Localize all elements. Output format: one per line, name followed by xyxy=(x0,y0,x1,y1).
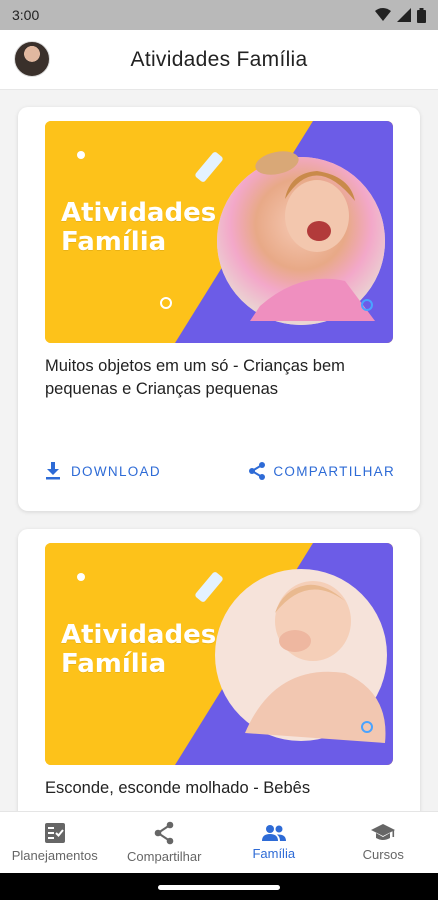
avatar[interactable] xyxy=(14,41,50,77)
share-icon xyxy=(249,462,266,480)
activity-banner[interactable]: Atividades Família xyxy=(45,543,393,765)
status-icons xyxy=(375,7,426,23)
activity-card[interactable]: Atividades Família Muitos objetos em um … xyxy=(18,107,420,511)
page-title: Atividades Família xyxy=(130,47,308,71)
banner-title-line2: Família xyxy=(61,227,167,257)
home-gesture-pill[interactable] xyxy=(158,885,280,890)
group-icon xyxy=(261,825,286,841)
activity-title[interactable]: Muitos objetos em um só - Crianças bem p… xyxy=(45,355,405,401)
nav-label: Cursos xyxy=(362,847,404,862)
banner-title-line1: Atividades xyxy=(61,198,217,228)
activity-banner[interactable]: Atividades Família xyxy=(45,121,393,343)
signal-icon xyxy=(397,8,411,22)
activity-feed[interactable]: Atividades Família Muitos objetos em um … xyxy=(0,91,438,811)
share-icon xyxy=(154,821,174,845)
banner-title-line1: Atividades xyxy=(61,620,217,650)
nav-label: Planejamentos xyxy=(11,848,98,863)
battery-icon xyxy=(417,7,426,23)
banner-title: Atividades Família xyxy=(61,199,216,257)
share-label: COMPARTILHAR xyxy=(273,463,395,479)
bottom-navigation: Planejamentos Compartilhar Família Curso… xyxy=(0,811,438,873)
nav-item-planejamentos[interactable]: Planejamentos xyxy=(0,812,110,873)
wifi-icon xyxy=(375,8,391,21)
nav-item-cursos[interactable]: Cursos xyxy=(329,812,438,873)
download-icon xyxy=(46,462,60,480)
status-time: 3:00 xyxy=(12,7,40,23)
activity-card[interactable]: Atividades Família Esconde, esconde molh… xyxy=(18,529,420,811)
nav-item-compartilhar[interactable]: Compartilhar xyxy=(110,812,220,873)
activity-title[interactable]: Esconde, esconde molhado - Bebês xyxy=(45,777,405,800)
graduation-cap-icon xyxy=(371,824,396,840)
system-navigation-bar xyxy=(0,873,438,900)
download-label: DOWNLOAD xyxy=(71,463,161,479)
banner-title-line2: Família xyxy=(61,649,167,679)
banner-title: Atividades Família xyxy=(61,621,216,679)
status-bar: 3:00 xyxy=(0,0,438,30)
share-button[interactable]: COMPARTILHAR xyxy=(247,461,395,481)
nav-item-familia[interactable]: Família xyxy=(219,812,329,873)
app-header: Atividades Família xyxy=(0,30,438,90)
nav-label: Compartilhar xyxy=(127,849,202,864)
checklist-icon xyxy=(44,823,65,843)
nav-label: Família xyxy=(252,846,296,861)
card-actions: DOWNLOAD COMPARTILHAR xyxy=(45,459,395,483)
download-button[interactable]: DOWNLOAD xyxy=(45,462,161,480)
